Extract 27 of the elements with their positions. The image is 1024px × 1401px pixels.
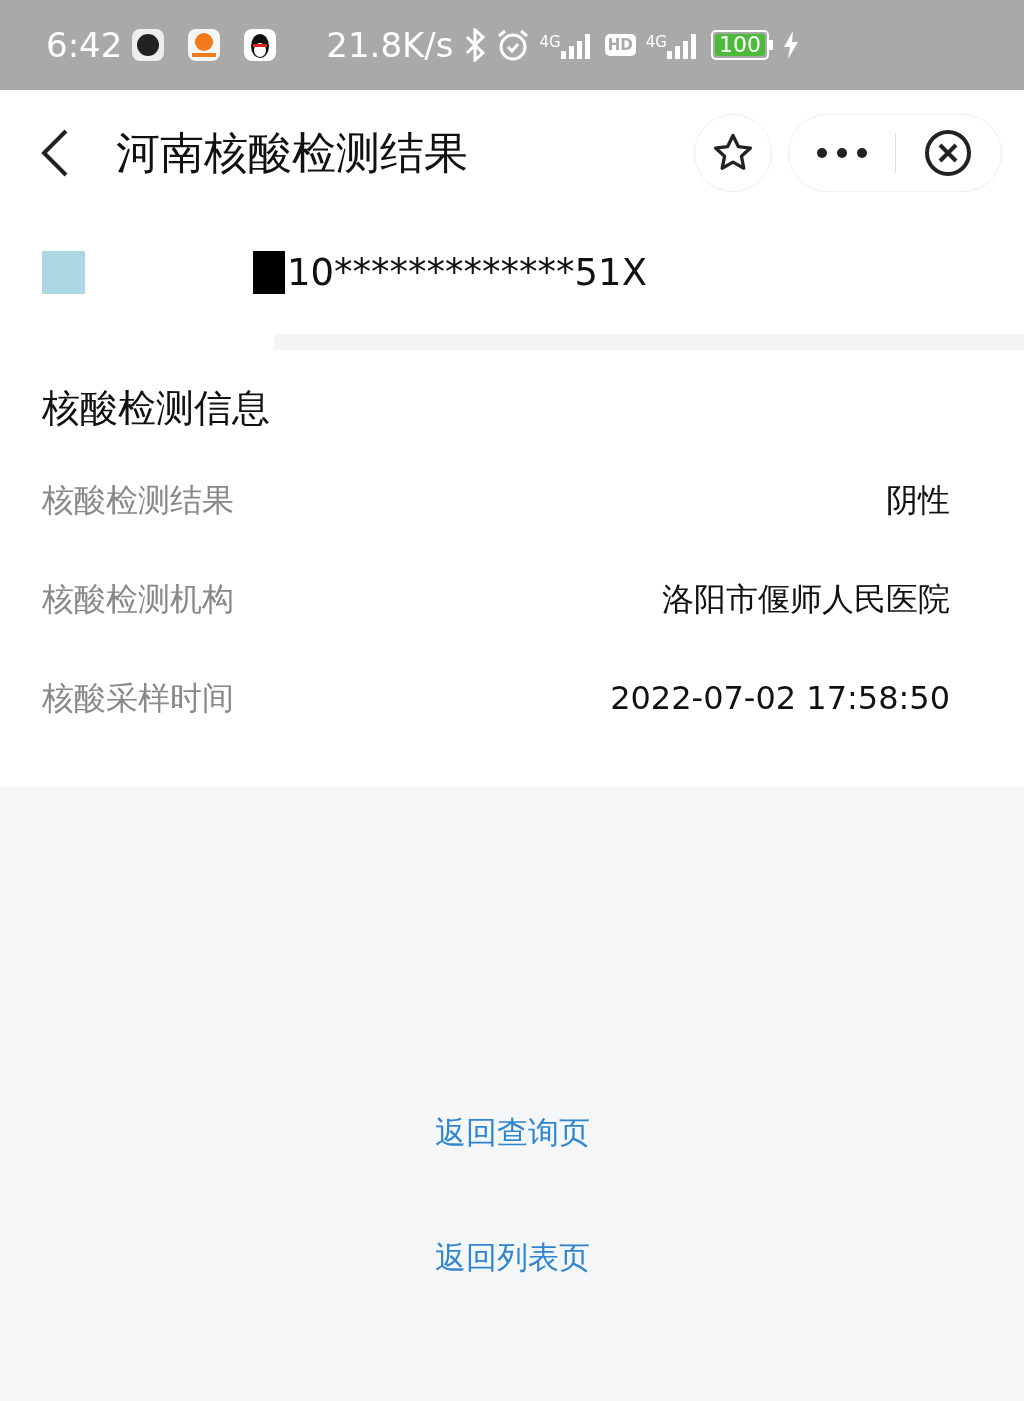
redaction-mark [253, 251, 285, 294]
return-link[interactable]: 返回列表页 [434, 1233, 590, 1280]
clock-time: 6:42 [46, 23, 123, 67]
field-value: 2022-07-02 17:58:50 [610, 677, 950, 719]
return-link[interactable]: 返回查询页 [434, 1109, 590, 1156]
field-value: 洛阳市偃师人民医院 [662, 578, 950, 620]
page-title: 河南核酸检测结果 [116, 125, 469, 180]
network-speed: 21.8K/s [326, 23, 454, 67]
penguin-icon [244, 29, 277, 61]
field-label: 核酸检测机构 [42, 578, 234, 620]
more-icon [815, 146, 868, 159]
app-icon [132, 29, 165, 61]
alarm-icon [495, 28, 530, 62]
battery-level: 100 [714, 34, 765, 56]
network-type: 4G [645, 32, 667, 53]
section-title: 核酸检测信息 [42, 385, 271, 432]
app-icon [188, 29, 221, 61]
hd-badge: HD [604, 34, 636, 56]
field-value: 阴性 [886, 479, 950, 521]
avatar-placeholder [42, 251, 85, 294]
bluetooth-icon [463, 28, 486, 62]
id-number: 10*************51X [287, 249, 647, 296]
network-type: 4G [539, 32, 561, 53]
field-label: 核酸检测结果 [42, 479, 234, 521]
back-icon[interactable] [40, 128, 70, 177]
close-icon [924, 128, 973, 177]
field-label: 核酸采样时间 [42, 677, 234, 719]
